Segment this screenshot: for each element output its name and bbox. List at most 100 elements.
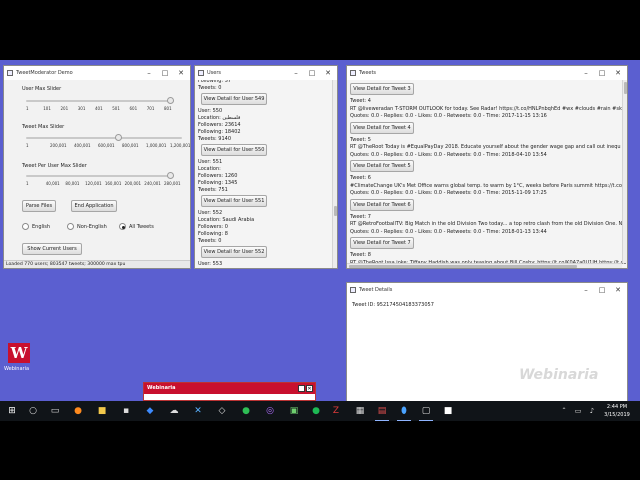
spotify-icon[interactable]: ● xyxy=(308,403,324,419)
close-icon[interactable]: ✕ xyxy=(611,285,625,295)
radio-english[interactable] xyxy=(22,223,29,230)
tweets-record-line: Quotes: 0.0 - Replies: 0.0 - Likes: 0.0 … xyxy=(350,190,547,196)
user-max-slider[interactable] xyxy=(26,100,174,102)
grid-app-icon[interactable]: ▦ xyxy=(352,403,368,419)
slider-tick-label: 501 xyxy=(112,106,120,111)
minimize-icon[interactable]: – xyxy=(289,68,303,78)
tweets-record-line: Tweet: 6 xyxy=(350,175,371,181)
close-icon[interactable]: ✕ xyxy=(174,68,188,78)
search-icon[interactable]: ○ xyxy=(25,403,41,419)
users-titlebar[interactable]: Users – □ ✕ xyxy=(195,66,337,80)
tweets-scrollbar[interactable] xyxy=(622,80,627,263)
explorer-icon[interactable]: ■ xyxy=(94,403,110,419)
minimize-icon[interactable]: – xyxy=(579,68,593,78)
tweets-scroll-knob[interactable] xyxy=(624,82,627,94)
tweets-titlebar[interactable]: Tweets – □ ✕ xyxy=(347,66,627,80)
screen: TweetModerator Demo – □ ✕ User Max Slide… xyxy=(0,0,640,480)
tool-icon[interactable]: ◇ xyxy=(214,403,230,419)
webinaria-recorder-title: Webinaria xyxy=(144,383,315,394)
terminal-icon[interactable]: ▣ xyxy=(286,403,302,419)
user-max-slider-thumb[interactable] xyxy=(167,97,174,104)
slider-tick-label: 1 xyxy=(26,181,29,186)
window-app-icon[interactable]: ▢ xyxy=(418,403,434,421)
radio-all-tweets-label: All Tweets xyxy=(129,224,154,230)
slider-tick-label: 240,001 xyxy=(144,181,161,186)
users-record-line: Followers: 0 xyxy=(198,224,228,230)
tweets-view-detail-button[interactable]: View Detail for Tweet 7 xyxy=(350,237,414,249)
black-app-icon[interactable]: ■ xyxy=(440,403,456,419)
tweets-record-line: #ClimateChange UK's Met Office warns glo… xyxy=(350,182,624,189)
slider-tick-label: 160,001 xyxy=(104,181,122,186)
show-current-users-button[interactable]: Show Current Users xyxy=(22,243,82,255)
maximize-icon[interactable]: □ xyxy=(158,68,172,78)
users-record-line: Tweets: 751 xyxy=(198,187,228,193)
blue-app-icon[interactable]: ⬮ xyxy=(396,403,412,421)
task-view-icon[interactable]: ▭ xyxy=(47,403,63,419)
console-icon[interactable]: ▪ xyxy=(118,403,134,419)
slider-tick-label: 701 xyxy=(146,106,155,111)
tweet-max-slider[interactable] xyxy=(26,137,182,139)
tweets-record-line: RT @liveweradan T-STORM OUTLOOK for toda… xyxy=(350,105,625,112)
tweet-max-ticks: 1 200,001 400,001 600,001 800,001 1,000,001 1,… xyxy=(26,143,190,151)
tweet-details-window: Tweet Details – □ ✕ Tweet ID: 9521745041… xyxy=(346,282,628,401)
firefox-icon[interactable]: ● xyxy=(70,403,86,419)
minimize-icon[interactable] xyxy=(298,385,305,392)
users-scroll-knob[interactable] xyxy=(334,206,337,216)
volume-icon[interactable]: ♪ xyxy=(584,403,600,419)
filezilla-icon[interactable]: Z xyxy=(328,403,344,419)
webinaria-logo-icon: W xyxy=(8,343,30,363)
details-title: Tweet Details xyxy=(359,287,393,293)
app-icon xyxy=(350,287,356,293)
slider-tick-label: 301 xyxy=(77,106,86,111)
cloud-icon[interactable]: ☁ xyxy=(166,403,182,419)
tweets-hscroll-knob[interactable] xyxy=(349,265,577,268)
dropbox-icon[interactable]: ◆ xyxy=(142,403,158,419)
excel-icon[interactable]: ✕ xyxy=(190,403,206,419)
maximize-icon[interactable]: □ xyxy=(595,285,609,295)
radio-all-tweets[interactable] xyxy=(119,223,126,230)
users-view-detail-button[interactable]: View Detail for User 549 xyxy=(201,93,267,105)
tweets-record-line: Tweet: 4 xyxy=(350,98,371,104)
minimize-icon[interactable]: – xyxy=(579,285,593,295)
taskbar-clock[interactable]: 2:44 PM 3/15/2019 xyxy=(600,403,634,419)
maximize-icon[interactable]: □ xyxy=(595,68,609,78)
users-view-detail-button[interactable]: View Detail for User 550 xyxy=(201,144,267,156)
users-view-detail-button[interactable]: View Detail for User 552 xyxy=(201,246,267,258)
tweet-max-slider-thumb[interactable] xyxy=(115,134,123,141)
close-icon[interactable]: ✕ xyxy=(321,68,335,78)
windows-start-icon[interactable]: ⊞ xyxy=(4,403,20,419)
parse-files-button[interactable]: Parse Files xyxy=(22,200,56,212)
tweets-record-line: Quotes: 0.0 - Replies: 0.0 - Likes: 0.0 … xyxy=(350,228,547,235)
minimize-icon[interactable]: – xyxy=(142,68,156,78)
users-record-line: User: 553 xyxy=(198,261,223,267)
java-app-icon[interactable]: ▤ xyxy=(374,403,390,421)
close-icon[interactable]: ✕ xyxy=(611,68,625,78)
tweets-view-detail-button[interactable]: View Detail for Tweet 6 xyxy=(350,198,414,211)
users-record-line: User: 550 xyxy=(198,108,223,114)
users-record-line: Following: 57 xyxy=(198,80,232,84)
tweets-view-detail-button[interactable]: View Detail for Tweet 5 xyxy=(350,160,414,172)
moderator-titlebar[interactable]: TweetModerator Demo – □ ✕ xyxy=(4,66,190,80)
webinaria-desktop-icon[interactable]: W Webinaria xyxy=(4,343,34,372)
slider-tick-label: 1,200,001 xyxy=(170,143,190,148)
tweets-view-detail-button[interactable]: View Detail for Tweet 4 xyxy=(350,121,414,134)
purple-app-icon[interactable]: ◎ xyxy=(262,403,278,419)
slider-tick-label: 40,001 xyxy=(45,181,60,186)
users-scrollbar[interactable] xyxy=(332,80,337,268)
maximize-icon[interactable]: □ xyxy=(305,68,319,78)
tpu-max-slider[interactable] xyxy=(26,175,174,177)
close-icon[interactable]: ✕ xyxy=(306,385,313,392)
slider-tick-label: 1 xyxy=(26,143,29,148)
tpu-max-slider-thumb[interactable] xyxy=(167,172,174,179)
users-view-detail-button[interactable]: View Detail for User 551 xyxy=(201,195,267,207)
radio-non-english[interactable] xyxy=(67,223,74,230)
tweets-view-detail-button[interactable]: View Detail for Tweet 3 xyxy=(350,83,414,95)
details-titlebar[interactable]: Tweet Details – □ ✕ xyxy=(347,283,627,297)
user-max-ticks: 1 101 201 301 401 501 601 701 801 xyxy=(26,106,176,114)
end-application-button[interactable]: End Application xyxy=(71,200,117,212)
tweets-hscrollbar[interactable] xyxy=(347,263,622,268)
tweets-title: Tweets xyxy=(359,70,377,76)
green-app-icon[interactable]: ● xyxy=(238,403,254,419)
tweets-list: View Detail for Tweet 3 Tweet: 4 RT @livew… xyxy=(347,80,627,268)
radio-non-english-label: Non-English xyxy=(77,224,107,230)
